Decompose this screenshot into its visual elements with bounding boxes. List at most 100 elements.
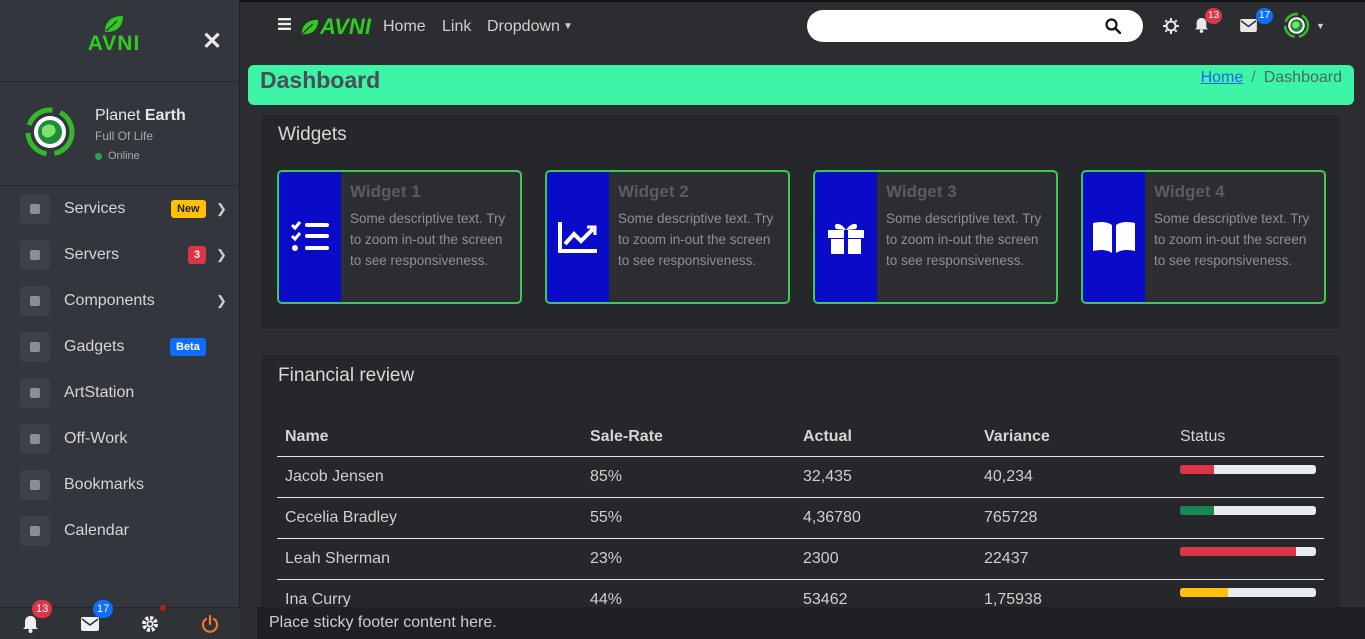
sidebar-item-servers[interactable]: Servers 3 ❯ bbox=[0, 232, 239, 278]
sidebar-item-calendar[interactable]: Calendar bbox=[0, 508, 239, 554]
profile-name: Planet Earth bbox=[95, 107, 186, 125]
column-header-name: Name bbox=[277, 419, 582, 457]
cell-actual: 2300 bbox=[795, 538, 976, 580]
topbar-messages[interactable]: 17 bbox=[1240, 8, 1274, 35]
status-progress-fill bbox=[1180, 587, 1228, 597]
cell-rate: 85% bbox=[582, 456, 795, 498]
cell-variance: 22437 bbox=[976, 538, 1172, 580]
profile-first-name: Planet bbox=[95, 107, 141, 124]
checklist-icon bbox=[279, 172, 341, 302]
sidebar-logo[interactable]: AVNI bbox=[86, 14, 142, 56]
sidebar-footer-messages[interactable]: 17 bbox=[60, 600, 120, 639]
sidebar-footer: 13 17 bbox=[0, 600, 240, 639]
widget-title: Widget 1 bbox=[350, 182, 421, 201]
bell-icon bbox=[22, 616, 38, 633]
widget-card-2[interactable]: Widget 2 Some descriptive text. Try to zo… bbox=[545, 170, 790, 304]
topbar-messages-count: 17 bbox=[1256, 8, 1274, 24]
sidebar-item-label: Bookmarks bbox=[64, 476, 145, 493]
widget-card-3[interactable]: Widget 3 Some descriptive text. Try to zo… bbox=[813, 170, 1058, 304]
sun-icon[interactable] bbox=[1163, 18, 1179, 34]
grid-icon bbox=[20, 286, 50, 316]
cell-status bbox=[1172, 456, 1324, 498]
cell-variance: 765728 bbox=[976, 497, 1172, 539]
sidebar-item-label: Components bbox=[64, 292, 155, 309]
widget-title: Widget 4 bbox=[1154, 182, 1225, 201]
sidebar-footer-notifications[interactable]: 13 bbox=[0, 600, 60, 639]
gear-icon bbox=[142, 616, 158, 632]
status-progress-bar bbox=[1180, 546, 1316, 556]
notifications-count-badge: 13 bbox=[32, 600, 53, 618]
nav-link-home[interactable]: Home bbox=[383, 18, 426, 36]
search-input[interactable] bbox=[807, 10, 1143, 42]
column-header-variance: Variance bbox=[976, 419, 1172, 457]
topbar-brand-text: AVNI bbox=[320, 14, 371, 39]
financial-card: Financial review Name Sale-Rate Actual Vari… bbox=[260, 354, 1341, 621]
avatar[interactable] bbox=[24, 106, 76, 158]
sidebar-item-artstation[interactable]: ArtStation bbox=[0, 370, 239, 416]
user-menu[interactable]: ▼ bbox=[1283, 12, 1325, 39]
widget-description: Some descriptive text. Try to zoom in-ou… bbox=[618, 211, 774, 268]
topbar-notifications[interactable]: 13 bbox=[1194, 8, 1223, 35]
close-icon[interactable]: ✕ bbox=[202, 30, 222, 54]
widget-title: Widget 2 bbox=[618, 182, 689, 201]
widgets-heading: Widgets bbox=[261, 115, 1340, 155]
breadcrumb-separator: / bbox=[1251, 69, 1256, 86]
sidebar-menu: Services New ❯ Servers 3 ❯ Components ❯ Gadgets B… bbox=[0, 186, 239, 554]
sidebar-item-gadgets[interactable]: Gadgets Beta bbox=[0, 324, 239, 370]
sidebar-item-bookmarks[interactable]: Bookmarks bbox=[0, 462, 239, 508]
search-icon[interactable] bbox=[1105, 18, 1121, 34]
breadcrumb-home-link[interactable]: Home bbox=[1201, 69, 1244, 86]
gauge-icon bbox=[20, 194, 50, 224]
column-header-actual: Actual bbox=[795, 419, 976, 457]
online-dot-icon bbox=[95, 152, 102, 160]
sidebar-footer-power[interactable] bbox=[180, 608, 240, 639]
widget-description: Some descriptive text. Try to zoom in-ou… bbox=[886, 211, 1042, 268]
sidebar-item-off-work[interactable]: Off-Work bbox=[0, 416, 239, 462]
sidebar-item-label: Servers bbox=[64, 246, 120, 263]
status-progress-bar bbox=[1180, 505, 1316, 515]
status-progress-fill bbox=[1180, 464, 1214, 474]
gift-icon bbox=[815, 172, 877, 302]
sidebar-item-label: Off-Work bbox=[64, 430, 128, 447]
column-header-sale-rate: Sale-Rate bbox=[582, 419, 795, 457]
nav-dropdown[interactable]: Dropdown ▼ bbox=[487, 18, 573, 36]
sidebar-item-components[interactable]: Components ❯ bbox=[0, 278, 239, 324]
breadcrumb-current: Dashboard bbox=[1263, 69, 1342, 86]
widget-title: Widget 3 bbox=[886, 182, 957, 201]
cell-status bbox=[1172, 497, 1324, 539]
widget-card-4[interactable]: Widget 4 Some descriptive text. Try to zo… bbox=[1081, 170, 1326, 304]
caret-down-icon: ▼ bbox=[562, 21, 573, 32]
widget-description: Some descriptive text. Try to zoom in-ou… bbox=[350, 211, 506, 268]
nav-link-link[interactable]: Link bbox=[442, 18, 471, 36]
column-header-status: Status bbox=[1172, 419, 1324, 457]
table-row: Jacob Jensen 85% 32,435 40,234 bbox=[277, 456, 1324, 498]
topbar-logo[interactable]: AVNI bbox=[300, 14, 371, 40]
cell-actual: 32,435 bbox=[795, 456, 976, 498]
sidebar: AVNI ✕ Planet Earth Full Of Life Online … bbox=[0, 0, 240, 639]
cell-variance: 40,234 bbox=[976, 456, 1172, 498]
profile-tagline: Full Of Life bbox=[95, 129, 154, 143]
sticky-footer: Place sticky footer content here. bbox=[257, 607, 1365, 639]
server-icon bbox=[20, 240, 50, 270]
widget-card-1[interactable]: Widget 1 Some descriptive text. Try to zo… bbox=[277, 170, 522, 304]
cell-rate: 23% bbox=[582, 538, 795, 580]
envelope-icon bbox=[1240, 19, 1257, 32]
sidebar-footer-settings[interactable] bbox=[120, 605, 180, 639]
profile-last-name: Earth bbox=[144, 107, 186, 124]
profile-panel: Planet Earth Full Of Life Online bbox=[0, 82, 239, 186]
sidebar-item-label: ArtStation bbox=[64, 384, 135, 401]
cell-name: Leah Sherman bbox=[277, 538, 582, 580]
messages-count-badge: 17 bbox=[93, 600, 114, 618]
chevron-right-icon: ❯ bbox=[216, 201, 227, 216]
power-icon bbox=[201, 615, 219, 633]
table-row: Cecelia Bradley 55% 4,36780 765728 bbox=[277, 497, 1324, 539]
basketball-icon bbox=[20, 424, 50, 454]
hamburger-icon[interactable] bbox=[278, 18, 291, 30]
status-progress-bar bbox=[1180, 464, 1316, 474]
chart-line-icon bbox=[547, 172, 609, 302]
table-row: Leah Sherman 23% 2300 22437 bbox=[277, 538, 1324, 580]
status-progress-fill bbox=[1180, 505, 1214, 515]
sidebar-item-label: Gadgets bbox=[64, 338, 125, 355]
settings-alert-dot bbox=[160, 605, 166, 611]
sidebar-item-services[interactable]: Services New ❯ bbox=[0, 186, 239, 232]
